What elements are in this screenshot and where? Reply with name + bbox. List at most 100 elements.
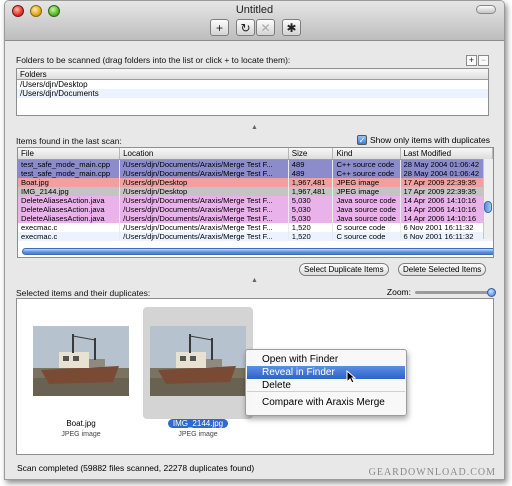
table-cell-file: Boat.jpg xyxy=(18,177,121,187)
table-cell-file: execmac.c xyxy=(18,231,121,241)
table-cell-location: /Users/djn/Documents/Araxis/Merge Test F… xyxy=(119,222,289,232)
horizontal-scrollbar[interactable] xyxy=(22,248,493,255)
table-cell-file: DeleteAliasesAction.java xyxy=(18,195,121,205)
context-menu: Open with Finder Reveal in Finder Delete… xyxy=(245,349,407,416)
vertical-scroll-thumb[interactable] xyxy=(484,201,492,213)
column-header-size[interactable]: Size xyxy=(288,148,334,160)
column-header-file[interactable]: File xyxy=(18,148,121,160)
add-button[interactable]: + xyxy=(210,19,229,36)
table-cell-modified: 17 Apr 2009 22:39:35 xyxy=(400,177,493,187)
table-cell-location: /Users/djn/Documents/Araxis/Merge Test F… xyxy=(119,195,289,205)
menu-separator xyxy=(247,391,405,392)
remove-button[interactable]: ✕ xyxy=(256,19,275,36)
thumbnail-name-highlight[interactable]: IMG_2144.jpg xyxy=(167,419,229,428)
remove-folder-button[interactable]: − xyxy=(478,55,489,66)
column-header-modified[interactable]: Last Modified xyxy=(400,148,493,160)
thumbnail-img-2144[interactable]: IMG_2144.jpg JPEG image xyxy=(143,307,253,438)
table-cell-location: /Users/djn/Documents/Araxis/Merge Test F… xyxy=(119,213,289,223)
menu-item-open-with-finder[interactable]: Open with Finder xyxy=(247,353,405,366)
items-label: Items found in the last scan: xyxy=(16,136,122,146)
table-cell-kind: Java source code xyxy=(332,204,401,214)
vertical-scrollbar[interactable] xyxy=(483,159,493,239)
table-cell-modified: 6 Nov 2001 16:11:32 xyxy=(400,231,493,241)
folder-item[interactable]: /Users/djn/Documents xyxy=(17,89,488,98)
thumbnail-kind: JPEG image xyxy=(61,431,101,438)
mouse-cursor-icon xyxy=(346,370,356,384)
title-bar: Untitled + ↻ ✕ ✱ xyxy=(5,1,504,41)
table-cell-location: /Users/djn/Documents/Araxis/Merge Test F… xyxy=(119,168,289,178)
table-cell-kind: C++ source code xyxy=(332,159,401,169)
table-cell-kind: C source code xyxy=(332,231,401,241)
table-cell-file: DeleteAliasesAction.java xyxy=(18,204,121,214)
table-row[interactable]: test_safe_mode_main.cpp/Users/djn/Docume… xyxy=(18,159,493,169)
table-cell-size: 1,520 xyxy=(288,231,334,241)
table-cell-size: 489 xyxy=(288,159,334,169)
table-row[interactable]: DeleteAliasesAction.java/Users/djn/Docum… xyxy=(18,195,493,205)
boat-photo-image xyxy=(33,326,129,396)
thumbnail-name-selected[interactable]: IMG_2144.jpg xyxy=(143,419,253,428)
column-header-location[interactable]: Location xyxy=(119,148,289,160)
table-cell-location: /Users/djn/Documents/Araxis/Merge Test F… xyxy=(119,159,289,169)
zoom-label: Zoom: xyxy=(386,287,411,297)
items-table[interactable]: File Location Size Kind Last Modified te… xyxy=(17,147,494,258)
table-row[interactable]: Boat.jpg/Users/djn/Desktop 1,967,481 JPEG … xyxy=(18,177,493,187)
table-row[interactable]: IMG_2144.jpg/Users/djn/Desktop 1,967,481 J… xyxy=(18,186,493,196)
table-cell-modified: 28 May 2004 01:06:42 xyxy=(400,168,493,178)
folders-column-header[interactable]: Folders xyxy=(17,69,488,80)
table-cell-file: IMG_2144.jpg xyxy=(18,186,121,196)
table-cell-location: /Users/djn/Documents/Araxis/Merge Test F… xyxy=(119,231,289,241)
zoom-control: Zoom: xyxy=(386,287,496,297)
table-cell-size: 5,030 xyxy=(288,213,334,223)
delete-selected-items-button[interactable]: Delete Selected Items xyxy=(398,263,487,276)
thumbnail-name[interactable]: Boat.jpg xyxy=(26,419,136,428)
status-text: Scan completed (59882 files scanned, 222… xyxy=(17,463,255,473)
refresh-button[interactable]: ↻ xyxy=(236,19,255,36)
table-cell-file: test_safe_mode_main.cpp xyxy=(18,168,121,178)
settings-button[interactable]: ✱ xyxy=(282,19,301,36)
table-row[interactable]: execmac.c/Users/djn/Documents/Araxis/Mer… xyxy=(18,222,493,232)
table-cell-modified: 14 Apr 2006 14:10:16 xyxy=(400,195,493,205)
add-folder-button[interactable]: + xyxy=(466,55,477,66)
boat-photo-image xyxy=(150,326,246,396)
folders-label: Folders to be scanned (drag folders into… xyxy=(16,55,291,65)
thumbnail-kind: JPEG image xyxy=(178,431,218,438)
table-cell-file: DeleteAliasesAction.java xyxy=(18,213,121,223)
folder-item[interactable]: /Users/djn/Desktop xyxy=(17,80,488,89)
table-cell-size: 5,030 xyxy=(288,195,334,205)
table-cell-file: test_safe_mode_main.cpp xyxy=(18,159,121,169)
table-row[interactable]: test_safe_mode_main.cpp/Users/djn/Docume… xyxy=(18,168,493,178)
column-header-kind[interactable]: Kind xyxy=(332,148,401,160)
table-cell-size: 1,520 xyxy=(288,222,334,232)
table-cell-kind: JPEG image xyxy=(332,186,401,196)
table-cell-kind: C source code xyxy=(332,222,401,232)
window-title: Untitled xyxy=(235,4,274,16)
menu-item-compare-with-araxis-merge[interactable]: Compare with Araxis Merge xyxy=(247,396,405,409)
table-row[interactable]: DeleteAliasesAction.java/Users/djn/Docum… xyxy=(18,204,493,214)
table-cell-size: 1,967,481 xyxy=(288,177,334,187)
folders-list[interactable]: Folders /Users/djn/Desktop /Users/djn/Do… xyxy=(16,68,489,116)
zoom-slider-knob[interactable] xyxy=(487,287,496,297)
table-cell-modified: 17 Apr 2009 22:39:35 xyxy=(400,186,493,196)
table-row[interactable]: DeleteAliasesAction.java/Users/djn/Docum… xyxy=(18,213,493,223)
select-duplicate-items-button[interactable]: Select Duplicate Items xyxy=(299,263,389,276)
show-duplicates-checkbox[interactable]: ✓ Show only items with duplicates xyxy=(356,135,490,145)
menu-item-reveal-in-finder[interactable]: Reveal in Finder xyxy=(247,366,405,379)
table-cell-kind: C++ source code xyxy=(332,168,401,178)
table-cell-location: /Users/djn/Desktop xyxy=(119,186,289,196)
splitter-handle[interactable]: ▲ xyxy=(251,124,258,131)
table-cell-modified: 28 May 2004 01:06:42 xyxy=(400,159,493,169)
table-cell-modified: 6 Nov 2001 16:11:32 xyxy=(400,222,493,232)
preview-label: Selected items and their duplicates: xyxy=(16,288,151,298)
table-cell-size: 1,967,481 xyxy=(288,186,334,196)
zoom-slider[interactable] xyxy=(415,287,496,297)
table-cell-kind: JPEG image xyxy=(332,177,401,187)
toolbar: + ↻ ✕ ✱ xyxy=(210,19,302,36)
checkmark-icon: ✓ xyxy=(356,135,367,145)
table-cell-location: /Users/djn/Desktop xyxy=(119,177,289,187)
thumbnail-boat[interactable]: Boat.jpg JPEG image xyxy=(26,307,136,438)
watermark: GEARDOWNLOAD.COM xyxy=(368,467,496,478)
toolbar-toggle-button[interactable] xyxy=(476,5,496,14)
app-window: Untitled + ↻ ✕ ✱ Folders to be scanned (… xyxy=(4,0,505,480)
table-row[interactable]: execmac.c/Users/djn/Documents/Araxis/Mer… xyxy=(18,231,493,241)
splitter-handle[interactable]: ▲ xyxy=(251,277,258,284)
